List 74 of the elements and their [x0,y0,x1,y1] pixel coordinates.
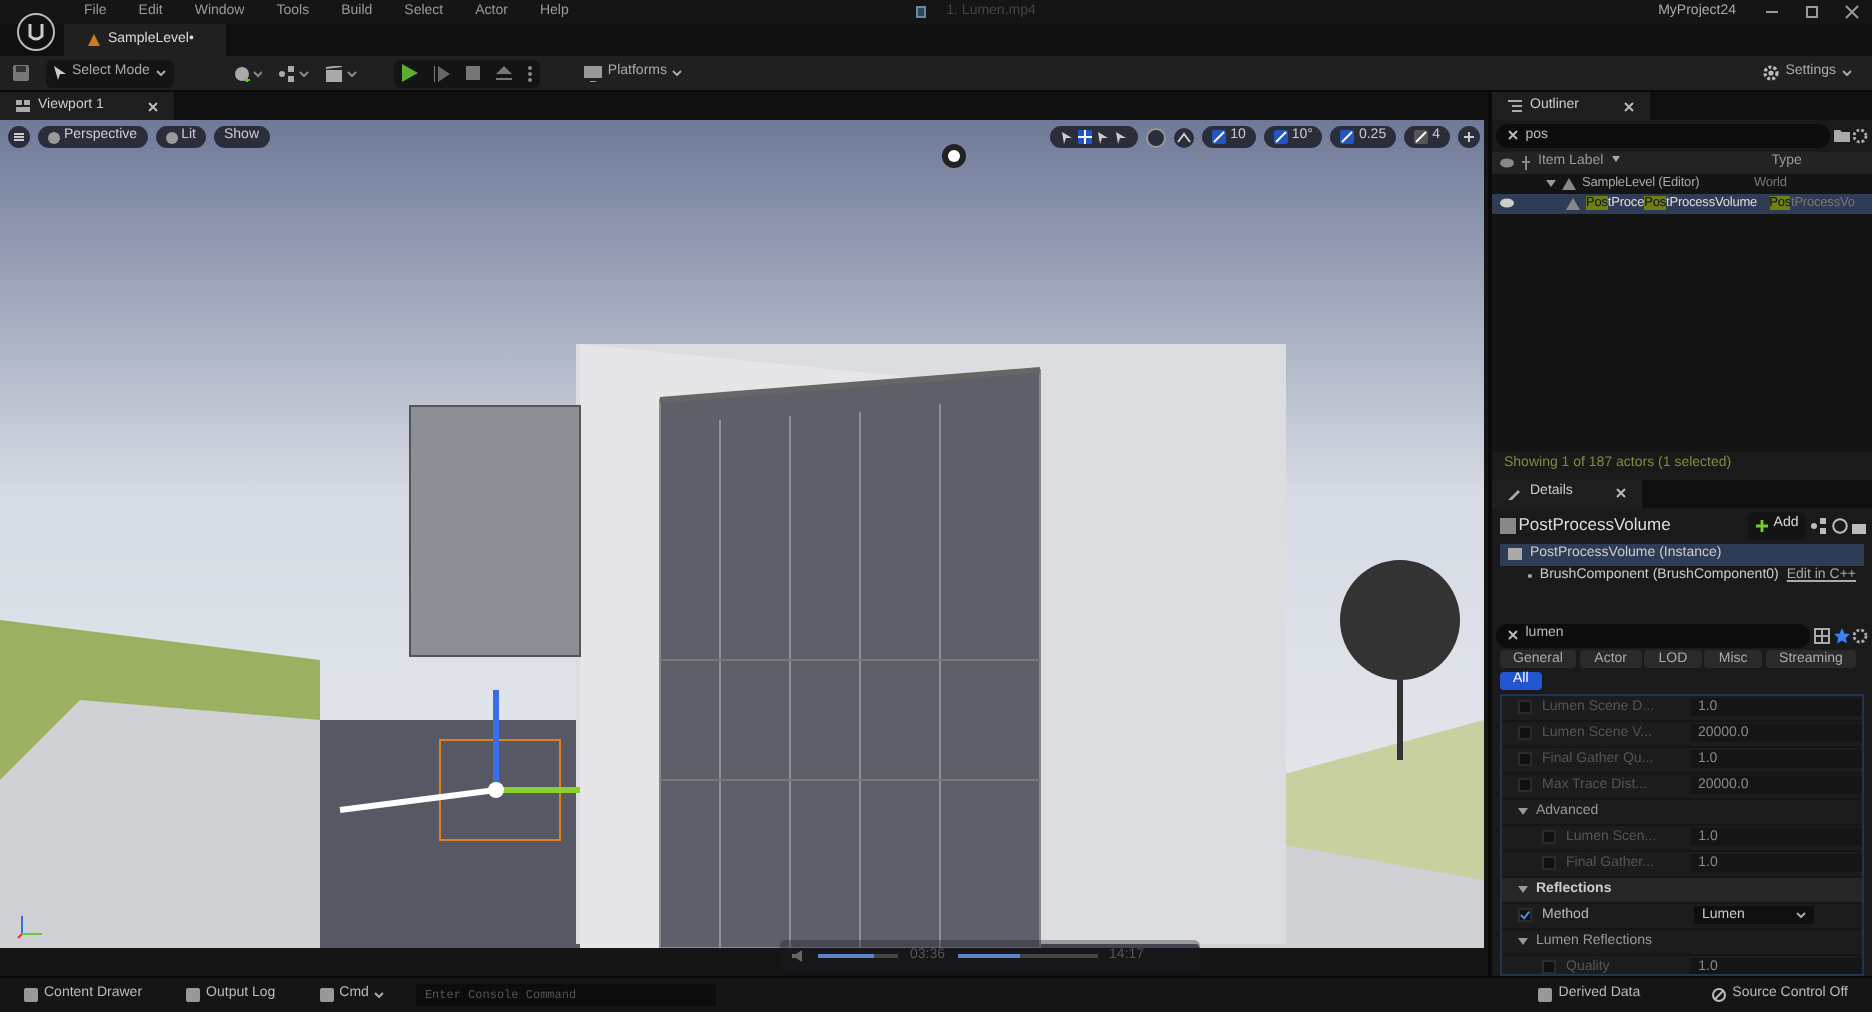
caret-icon [374,992,385,998]
override-checkbox[interactable] [1518,752,1532,767]
settings-icon [1761,64,1780,82]
axis-gizmo-icon [16,912,44,940]
volume-actor-icon [1566,197,1580,209]
close-icon[interactable] [1623,101,1634,111]
log-icon [186,988,201,1002]
settings-icon[interactable] [1852,627,1869,644]
monitor-icon [583,65,602,81]
help-icon[interactable] [1831,517,1848,534]
close-icon[interactable] [147,101,158,111]
add-actor-icon[interactable] [233,65,262,81]
folder-icon[interactable] [1833,128,1849,143]
level-icon [1562,177,1576,189]
move-icon[interactable] [1078,130,1093,144]
select-icon[interactable] [1060,130,1075,144]
menu-icon[interactable] [8,126,30,148]
save-icon[interactable] [12,64,30,82]
override-checkbox[interactable] [1542,856,1556,871]
caret-icon [1796,912,1806,919]
clear-icon[interactable] [1507,630,1518,641]
clear-icon[interactable] [1507,130,1518,141]
expand-arrow-icon[interactable] [1518,884,1528,895]
check-icon [1520,910,1530,921]
clapperboard-icon[interactable] [325,65,358,81]
rotation-snap-icon [1273,130,1288,144]
level-icon [88,34,100,46]
eye-icon [1500,157,1514,167]
database-icon [1538,988,1553,1002]
override-checkbox[interactable] [1518,700,1532,715]
console-icon [319,988,334,1002]
blocked-icon [1712,988,1727,1002]
lit-sphere-icon [165,131,178,143]
sort-arrow-icon [1611,156,1620,163]
blueprint-icon[interactable] [277,65,310,81]
stop-icon[interactable] [465,66,480,80]
grid-snap-icon [1212,130,1227,144]
camera-speed-icon [1414,130,1429,144]
override-checkbox[interactable] [1542,960,1556,974]
step-icon[interactable] [433,65,450,81]
star-icon[interactable] [1833,627,1849,644]
expand-arrow-icon[interactable] [1518,936,1528,947]
caret-icon [155,70,166,76]
override-checkbox[interactable] [1518,908,1532,923]
drawer-icon [24,988,38,1002]
override-checkbox[interactable] [1518,778,1532,793]
scale-snap-icon [1340,130,1355,144]
close-icon[interactable] [1844,4,1860,20]
cursor-icon [54,66,66,80]
blueprint-icon[interactable] [1810,517,1828,534]
actor-name: PostProcessVolume [1518,512,1673,538]
close-icon[interactable] [1616,488,1627,499]
override-checkbox[interactable] [1542,830,1556,845]
outliner-icon [1508,100,1522,112]
expand-arrow-icon[interactable] [1518,806,1528,817]
pin-icon [1522,155,1530,169]
sun-icon [942,144,966,168]
play-icon[interactable] [401,64,418,82]
expand-arrow-icon[interactable] [1546,178,1556,188]
eye-icon [1500,198,1514,208]
grid-icon[interactable] [1813,627,1830,644]
more-icon[interactable] [527,65,532,81]
viewport-icon [16,100,30,112]
caret-icon [672,70,683,76]
restore-icon[interactable] [1804,4,1820,20]
override-checkbox[interactable] [1518,726,1532,741]
plus-icon [1755,519,1768,532]
layout-icon[interactable] [1458,126,1480,148]
settings-icon[interactable] [1852,127,1869,144]
eject-icon[interactable] [495,66,512,80]
caret-icon [1842,70,1852,76]
pencil-icon [1508,487,1522,500]
surface-snap-icon[interactable] [1174,127,1195,147]
document-icon [916,6,927,18]
